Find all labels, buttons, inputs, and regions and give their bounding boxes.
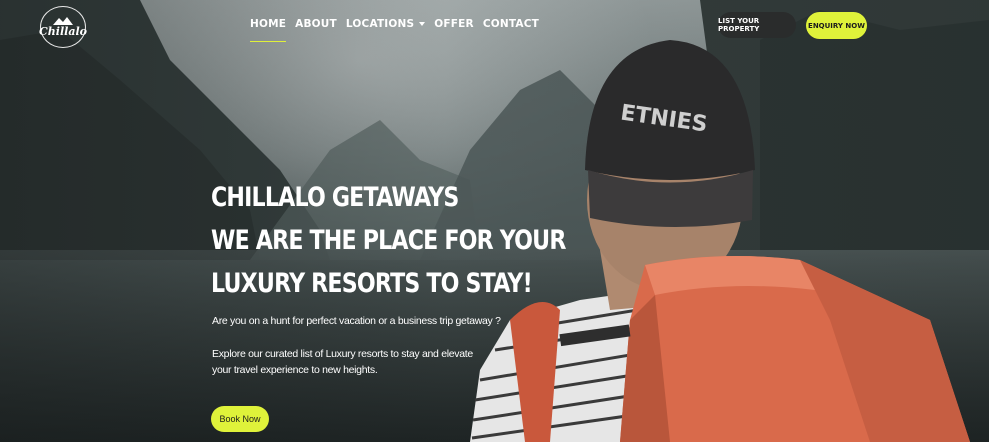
hero-title-line: LUXURY RESORTS TO STAY! [211,268,533,299]
nav-home[interactable]: HOME [250,18,287,42]
mountain-logo-icon [53,17,73,25]
hero-title-line: CHILLALO GETAWAYS [211,182,459,213]
hero-title: CHILLALO GETAWAYS WE ARE THE PLACE FOR Y… [211,176,566,305]
chevron-down-icon [419,22,426,26]
nav-offer[interactable]: OFFER [434,18,474,30]
logo-text: Chillalo [39,25,87,38]
hero-title-line: WE ARE THE PLACE FOR YOUR [211,225,566,256]
nav-locations[interactable]: LOCATIONS [345,18,426,30]
hero-subtitle: Are you on a hunt for perfect vacation o… [212,315,501,327]
main-nav: HOME ABOUT LOCATIONS OFFER CONTACT [250,18,539,42]
nav-about[interactable]: ABOUT [295,18,337,30]
nav-contact[interactable]: CONTACT [483,18,539,30]
book-now-button[interactable]: Book Now [211,406,269,432]
list-property-button[interactable]: LIST YOUR PROPERTY [718,12,796,38]
hero-description: Explore our curated list of Luxury resor… [212,348,473,376]
enquiry-now-button[interactable]: ENQUIRY NOW [806,12,867,39]
nav-locations-label: LOCATIONS [345,18,415,30]
brand-logo[interactable]: Chillalo [39,6,87,48]
